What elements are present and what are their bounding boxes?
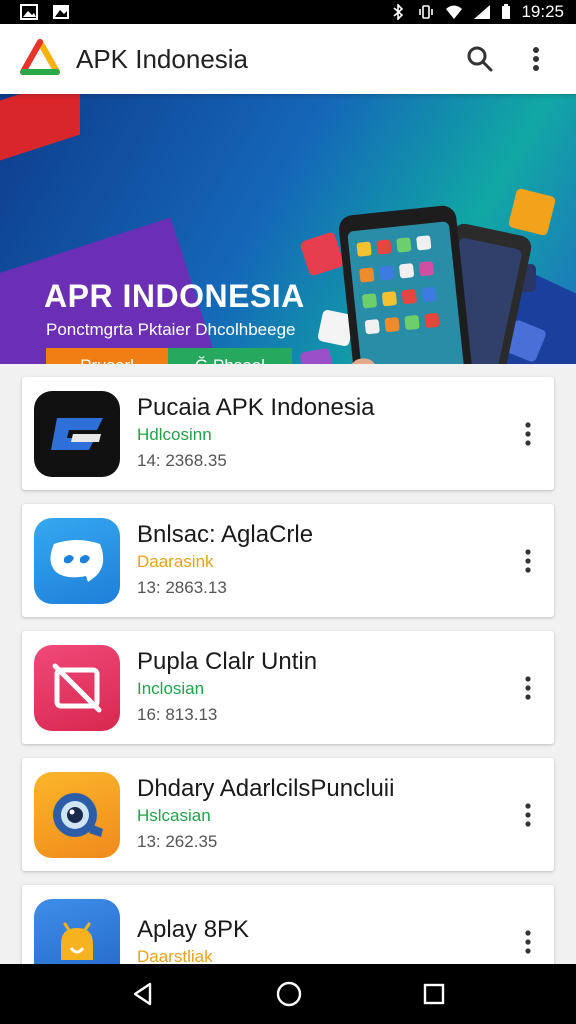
app-logo-icon: [20, 39, 60, 75]
item-menu-button[interactable]: [516, 922, 540, 962]
status-bar: 19:25: [0, 0, 576, 24]
app-name: Dhdary AdarlcilsPuncluii: [137, 774, 395, 802]
app-icon: [34, 390, 120, 477]
search-icon: [467, 46, 493, 72]
search-button[interactable]: [460, 39, 500, 79]
app-bar: APK Indonesia: [0, 24, 576, 94]
more-vert-icon: [525, 421, 531, 446]
list-item[interactable]: Bnlsac: AglaCrle Daarasink 13: 2863.13: [22, 504, 554, 617]
app-name: Pupla Clalr Untin: [137, 647, 318, 675]
system-nav-bar: [0, 964, 576, 1024]
app-category: Hslcasian: [137, 805, 211, 825]
banner-subtitle: Ponctmgrta Pktaier Dhcolhbeege: [46, 320, 296, 339]
overflow-menu-button[interactable]: [516, 39, 556, 79]
recents-icon[interactable]: [422, 982, 446, 1006]
more-vert-icon: [525, 929, 531, 954]
back-icon[interactable]: [130, 981, 156, 1007]
app-meta: 13: 2863.13: [137, 577, 227, 597]
vibrate-icon: [419, 5, 434, 19]
dark-logo-icon: [51, 417, 103, 450]
app-list: Pucaia APK Indonesia Hdlcosinn 14: 2368.…: [22, 377, 554, 1012]
signal-icon: [474, 5, 491, 19]
blocked-icon: [52, 663, 102, 712]
banner-cta-left-button[interactable]: Pruserl: [46, 348, 168, 364]
overflow-menu-icon: [533, 47, 539, 71]
list-item[interactable]: Pupla Clalr Untin Inclosian 16: 813.13: [22, 631, 554, 744]
app-meta: 14: 2368.35: [137, 450, 227, 470]
wifi-icon: [446, 5, 463, 19]
more-vert-icon: [525, 675, 531, 700]
battery-icon: [502, 4, 511, 19]
item-menu-button[interactable]: [516, 668, 540, 708]
more-vert-icon: [525, 802, 531, 827]
app-name: Pucaia APK Indonesia: [137, 393, 375, 421]
more-vert-icon: [525, 548, 531, 573]
item-menu-button[interactable]: [516, 795, 540, 835]
bluetooth-icon: [393, 4, 404, 20]
list-item[interactable]: Dhdary AdarlcilsPuncluii Hslcasian 13: 2…: [22, 758, 554, 871]
app-icon: [34, 517, 120, 604]
banner-cta-group: Pruserl Ğ Phsool: [46, 348, 292, 364]
app-name: Bnlsac: AglaCrle: [137, 520, 314, 548]
app-title: APK Indonesia: [76, 43, 249, 74]
camera-lens-icon: [53, 792, 103, 837]
home-icon[interactable]: [275, 980, 303, 1008]
app-icon: [34, 644, 120, 731]
app-category: Daarasink: [137, 551, 214, 571]
app-name: Aplay 8PK: [137, 915, 250, 943]
app-meta: 13: 262.35: [137, 831, 218, 851]
android-robot-icon: [61, 922, 93, 960]
banner-cta-right-button[interactable]: Ğ Phsool: [168, 348, 292, 364]
banner-title: APR INDONESIA: [44, 278, 305, 314]
item-menu-button[interactable]: [516, 414, 540, 454]
app-category: Inclosian: [137, 678, 205, 698]
gallery-notification-icon: [20, 4, 38, 20]
app-meta: 16: 813.13: [137, 704, 218, 724]
item-menu-button[interactable]: [516, 541, 540, 581]
chat-bubble-icon: [50, 539, 104, 582]
app-category: Hdlcosinn: [137, 424, 212, 444]
status-time: 19:25: [521, 2, 564, 21]
app-icon: [34, 771, 120, 858]
list-item[interactable]: Pucaia APK Indonesia Hdlcosinn 14: 2368.…: [22, 377, 554, 490]
phones-illustration: [300, 188, 556, 364]
promo-banner[interactable]: APR INDONESIA Ponctmgrta Pktaier Dhcolhb…: [0, 94, 576, 364]
photo-notification-icon: [53, 5, 69, 19]
